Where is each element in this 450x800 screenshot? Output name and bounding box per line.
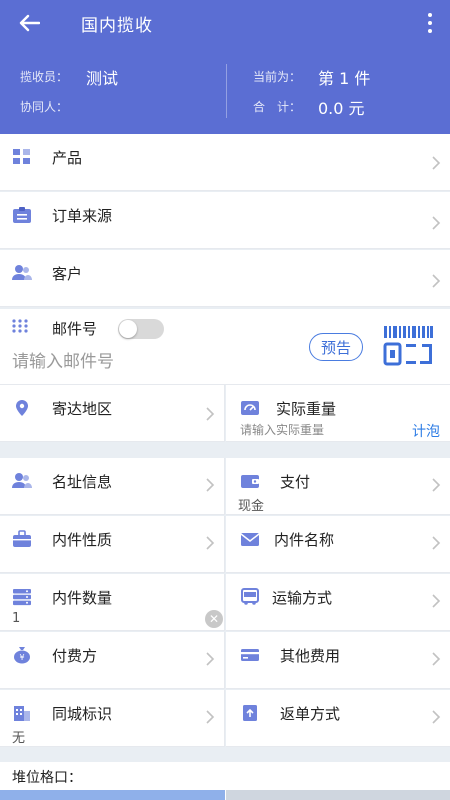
- item-nature-label: 内件性质: [52, 531, 113, 549]
- money-bag-icon: ¥: [14, 647, 30, 664]
- same-city-mark-cell[interactable]: 同城标识 无: [0, 690, 225, 747]
- back-button[interactable]: [0, 0, 58, 46]
- helper-label: 协同人：: [20, 100, 69, 114]
- customer-row[interactable]: 客户: [0, 250, 450, 307]
- clear-icon[interactable]: ✕: [205, 610, 223, 628]
- chevron-right-icon: [206, 478, 215, 492]
- database-icon: [13, 589, 31, 606]
- collector-value: 测试: [86, 69, 119, 88]
- chevron-right-icon: [432, 594, 441, 608]
- chevron-right-icon: [206, 536, 215, 550]
- preview-button[interactable]: 预告: [309, 333, 363, 361]
- same-city-mark-value: 无: [12, 731, 26, 746]
- chevron-right-icon: [432, 216, 441, 230]
- transport-method-label: 运输方式: [272, 589, 333, 607]
- stack-slot-label: 堆位格口：: [12, 770, 82, 786]
- product-label: 产品: [52, 149, 83, 167]
- primary-action-bar[interactable]: [0, 790, 225, 800]
- return-method-label: 返单方式: [280, 705, 341, 723]
- chevron-right-icon: [432, 710, 441, 724]
- scale-icon: [241, 401, 259, 415]
- item-quantity-value[interactable]: 1: [12, 611, 20, 626]
- transport-method-cell[interactable]: 运输方式: [226, 574, 450, 631]
- payer-cell[interactable]: ¥ 付费方: [0, 632, 225, 689]
- same-city-mark-label: 同城标识: [52, 705, 113, 723]
- chevron-right-icon: [432, 478, 441, 492]
- users-icon: [12, 265, 32, 280]
- current-label: 当前为：: [253, 70, 302, 84]
- item-name-label: 内件名称: [274, 531, 335, 549]
- bus-icon: [241, 588, 259, 605]
- collector-label: 揽收员：: [20, 70, 69, 84]
- product-row[interactable]: 产品: [0, 134, 450, 191]
- chevron-right-icon: [206, 710, 215, 724]
- users-icon: [12, 473, 32, 488]
- grid-icon: [13, 149, 30, 164]
- document-return-icon: [243, 705, 257, 721]
- total-label: 合 计：: [253, 100, 302, 114]
- arrow-left-icon: [19, 14, 40, 32]
- toggle-knob: [119, 320, 137, 338]
- chevron-right-icon: [432, 652, 441, 666]
- summary-panel: 揽收员： 测试 协同人： 当前为： 第 1 件 合 计： 0.0 元: [0, 46, 450, 134]
- payment-cell[interactable]: 支付 现金: [226, 458, 450, 515]
- briefcase-icon: [13, 530, 31, 547]
- chevron-right-icon: [206, 652, 215, 666]
- other-fees-label: 其他费用: [280, 647, 341, 665]
- chevron-right-icon: [432, 156, 441, 170]
- chevron-right-icon: [206, 407, 215, 421]
- actual-weight-cell: 实际重量 计泡: [226, 385, 450, 442]
- building-icon: [14, 706, 30, 721]
- location-pin-icon: [16, 400, 28, 416]
- order-source-row[interactable]: 订单来源: [0, 192, 450, 249]
- mail-number-input[interactable]: [12, 349, 292, 375]
- other-fees-cell[interactable]: 其他费用: [226, 632, 450, 689]
- address-info-cell[interactable]: 名址信息: [0, 458, 225, 515]
- keypad-icon: [12, 319, 28, 333]
- destination-region-label: 寄达地区: [52, 400, 113, 418]
- item-nature-cell[interactable]: 内件性质: [0, 516, 225, 573]
- page-title: 国内揽收: [81, 15, 153, 36]
- item-name-cell[interactable]: 内件名称: [226, 516, 450, 573]
- slot-footer: 堆位格口：: [0, 762, 450, 800]
- dot-icon: [428, 29, 432, 33]
- volumetric-button[interactable]: 计泡: [412, 421, 440, 441]
- barcode-scan-icon[interactable]: [382, 325, 434, 367]
- chevron-right-icon: [432, 536, 441, 550]
- destination-region-cell[interactable]: 寄达地区: [0, 385, 225, 442]
- secondary-action-bar[interactable]: [226, 790, 450, 800]
- credit-card-icon: [241, 649, 259, 661]
- dot-icon: [428, 13, 432, 17]
- more-menu-button[interactable]: [410, 0, 450, 46]
- order-source-label: 订单来源: [52, 207, 113, 225]
- summary-divider: [226, 64, 227, 118]
- payment-label: 支付: [280, 473, 311, 491]
- app-bar: 国内揽收: [0, 0, 450, 46]
- clipboard-icon: [13, 207, 31, 223]
- payer-label: 付费方: [52, 647, 98, 665]
- mail-number-label: 邮件号: [52, 320, 98, 338]
- address-info-label: 名址信息: [52, 473, 113, 491]
- payment-value: 现金: [238, 499, 265, 514]
- actual-weight-label: 实际重量: [276, 400, 337, 418]
- current-value: 第 1 件: [318, 69, 371, 88]
- total-value: 0.0 元: [318, 99, 365, 118]
- svg-text:¥: ¥: [19, 653, 24, 662]
- item-quantity-label: 内件数量: [52, 589, 113, 607]
- dot-icon: [428, 21, 432, 25]
- envelope-icon: [240, 533, 260, 546]
- wallet-icon: [241, 475, 259, 488]
- item-quantity-cell[interactable]: 内件数量 1 ✕: [0, 574, 225, 631]
- actual-weight-input[interactable]: [240, 421, 400, 439]
- mail-number-toggle[interactable]: [118, 319, 164, 339]
- customer-label: 客户: [52, 265, 83, 283]
- return-method-cell[interactable]: 返单方式: [226, 690, 450, 747]
- chevron-right-icon: [432, 274, 441, 288]
